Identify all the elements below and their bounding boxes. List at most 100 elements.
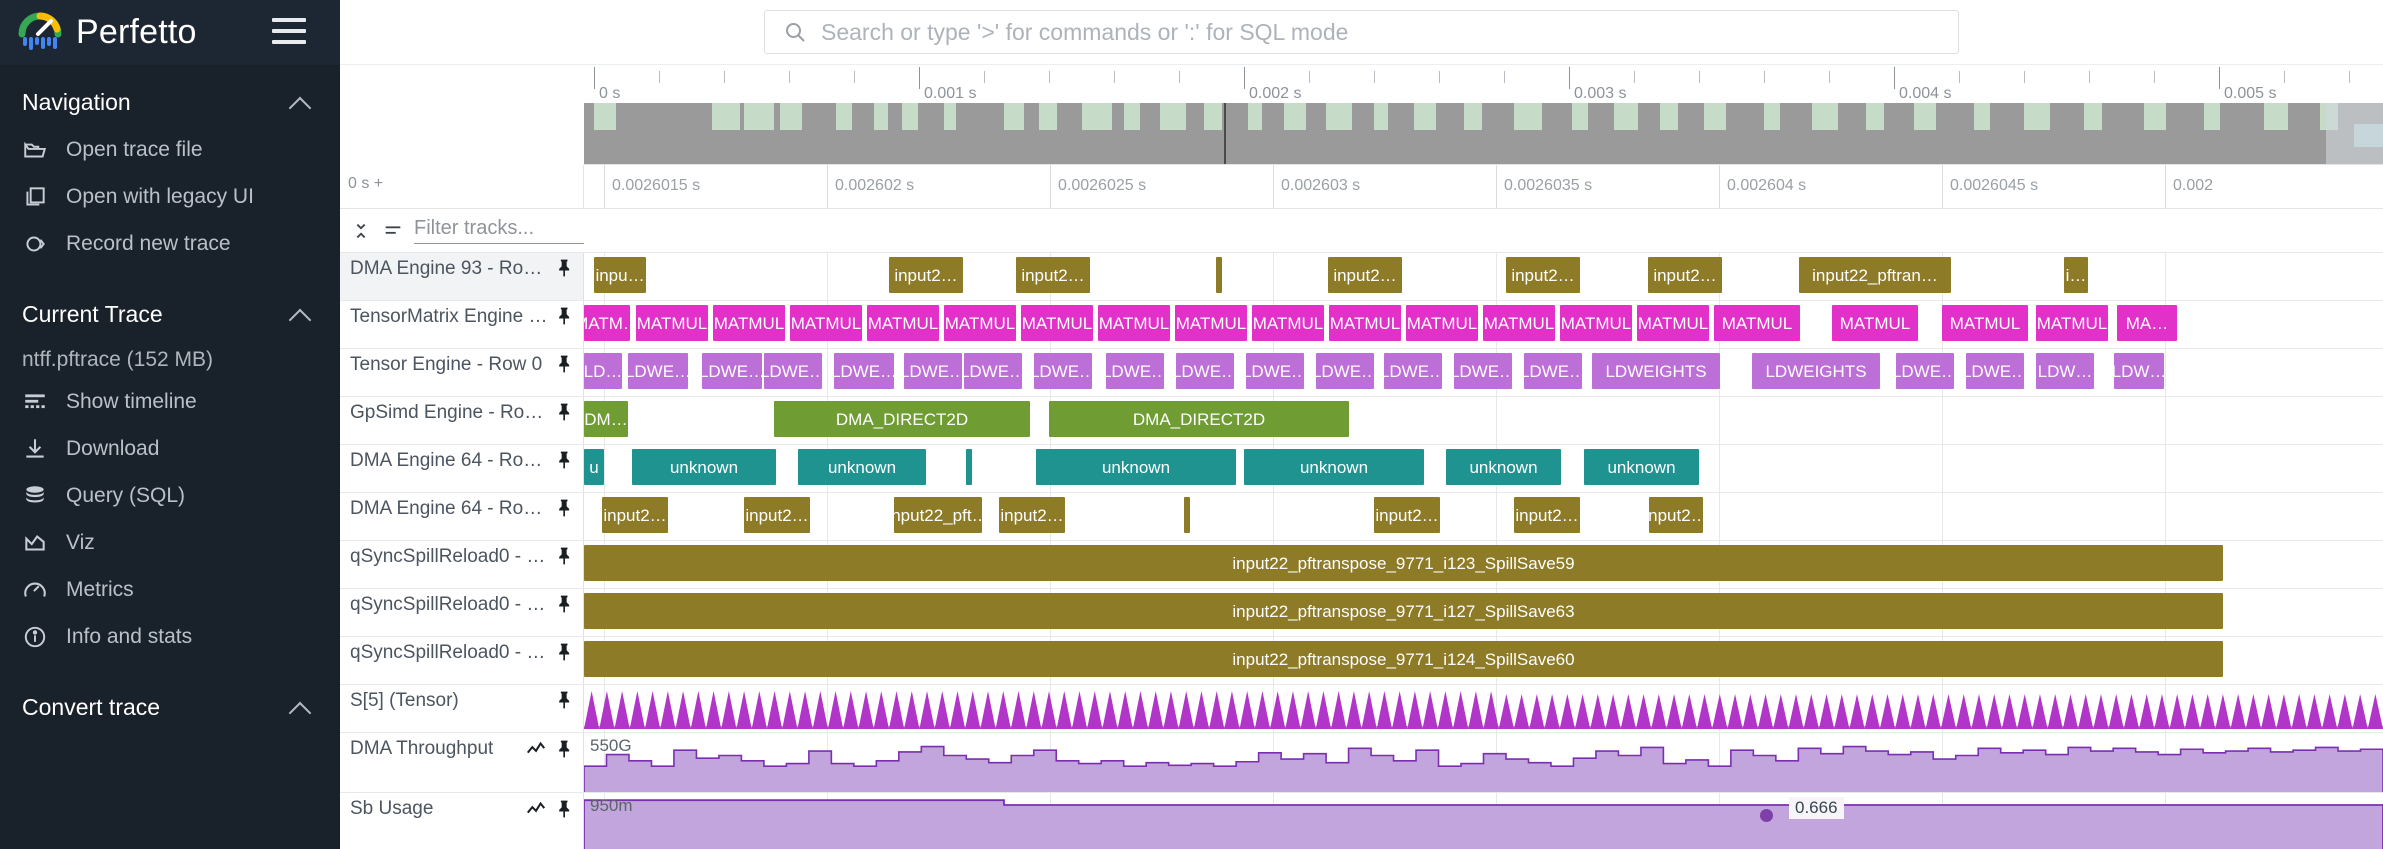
timeline-slice[interactable]: input2…	[1016, 257, 1090, 293]
timeline-slice[interactable]: unknown	[1036, 449, 1236, 485]
timeline-slice[interactable]: MATMUL	[1098, 305, 1170, 341]
track-name-cell[interactable]: DMA Engine 64 - Row 0	[340, 445, 584, 492]
timeline-slice[interactable]: LDWE…	[904, 353, 962, 389]
track-name-cell[interactable]: GpSimd Engine - Row 0	[340, 397, 584, 444]
timeline-slice[interactable]: MATMUL	[2036, 305, 2108, 341]
timeline-slice[interactable]: input2…	[889, 257, 963, 293]
pin-icon[interactable]	[555, 258, 575, 278]
track-row[interactable]: Sb Usage 0.666950m	[340, 793, 2383, 849]
sidebar-section-navigation[interactable]: Navigation	[0, 65, 340, 126]
timeline-slice[interactable]: input2…	[1374, 497, 1440, 533]
timeline-slice[interactable]: MATMUL	[867, 305, 939, 341]
track-row[interactable]: qSyncSpillReload0 - Row 0input22_pftrans…	[340, 541, 2383, 589]
timeline-slice[interactable]: unknown	[1584, 449, 1699, 485]
pin-icon[interactable]	[555, 690, 575, 710]
pin-icon[interactable]	[555, 546, 575, 566]
sidebar-item-record-new-trace[interactable]: Record new trace	[0, 220, 340, 267]
timeline-slice[interactable]: MATMUL	[1560, 305, 1632, 341]
track-canvas[interactable]: MATM…MATMULMATMULMATMULMATMULMATMULMATMU…	[584, 301, 2383, 348]
pin-icon[interactable]	[555, 498, 575, 518]
pin-icon[interactable]	[555, 402, 575, 422]
track-canvas[interactable]: LD…LDWE…LDWE…LDWE…LDWE…LDWE…LDWE…LDWE…LD…	[584, 349, 2383, 396]
timeline-slice[interactable]: MATMUL	[790, 305, 862, 341]
timeline-slice[interactable]: input22_pftran…	[1799, 257, 1951, 293]
track-row[interactable]: DMA Throughput550G	[340, 733, 2383, 793]
timeline-slice[interactable]: i…	[2064, 257, 2088, 293]
track-row[interactable]: DMA Engine 64 - Row 0u unknown unknown unkn…	[340, 445, 2383, 493]
timeline-slice[interactable]: input2…	[1328, 257, 1402, 293]
track-canvas[interactable]: DM…DMA_DIRECT2DDMA_DIRECT2D	[584, 397, 2383, 444]
track-canvas[interactable]: input2…input2…input22_pft…input2…input2……	[584, 493, 2383, 540]
sidebar-item-open-trace-file[interactable]: Open trace file	[0, 126, 340, 173]
timeline-slice[interactable]	[966, 449, 972, 485]
timeline-slice[interactable]: input22_pftranspose_9771_i124_SpillSave6…	[584, 641, 2223, 677]
timeline-slice[interactable]: unknown	[798, 449, 926, 485]
timeline-slice[interactable]: inpu…	[594, 257, 646, 293]
track-name-cell[interactable]: qSyncSpillReload0 - Row 2	[340, 637, 584, 684]
timeline-slice[interactable]: input22_pftranspose_9771_i127_SpillSave6…	[584, 593, 2223, 629]
timeline-slice[interactable]: LDWE…	[628, 353, 688, 389]
line-chart-icon[interactable]	[525, 798, 547, 820]
sidebar-item-viz[interactable]: Viz	[0, 519, 340, 566]
timeline-slice[interactable]: DMA_DIRECT2D	[774, 401, 1030, 437]
timeline-slice[interactable]: input2…	[1648, 257, 1722, 293]
track-canvas[interactable]	[584, 685, 2383, 732]
track-row[interactable]: GpSimd Engine - Row 0DM…DMA_DIRECT2DDMA_…	[340, 397, 2383, 445]
pin-icon[interactable]	[555, 799, 575, 819]
timeline-slice[interactable]: MATMUL	[713, 305, 785, 341]
timeline-slice[interactable]: LDWE…	[702, 353, 762, 389]
track-name-cell[interactable]: qSyncSpillReload0 - Row 0	[340, 541, 584, 588]
timeline-slice[interactable]	[1216, 257, 1222, 293]
sidebar-item-metrics[interactable]: Metrics	[0, 566, 340, 613]
timeline-slice[interactable]: MATM…	[584, 305, 630, 341]
chevron-up-icon[interactable]	[290, 92, 312, 114]
sidebar-item-show-timeline[interactable]: Show timeline	[0, 378, 340, 425]
sidebar-section-convert-trace[interactable]: Convert trace	[0, 660, 340, 731]
timeline-slice[interactable]: input2…	[1514, 497, 1580, 533]
track-canvas[interactable]: input22_pftranspose_9771_i127_SpillSave6…	[584, 589, 2383, 636]
chevron-up-icon[interactable]	[290, 697, 312, 719]
timeline-slice[interactable]: LDW…	[2114, 353, 2164, 389]
track-name-cell[interactable]: Tensor Engine - Row 0	[340, 349, 584, 396]
timeline-slice[interactable]: LDWE…	[1896, 353, 1954, 389]
track-name-cell[interactable]: TensorMatrix Engine - Row 0	[340, 301, 584, 348]
sidebar-item-open-with-legacy-ui[interactable]: Open with legacy UI	[0, 173, 340, 220]
timeline-slice[interactable]: LDWE…	[764, 353, 822, 389]
timeline-slice[interactable]: LDWE…	[1106, 353, 1164, 389]
track-name-cell[interactable]: DMA Engine 64 - Row 1	[340, 493, 584, 540]
timeline-slice[interactable]: input2…	[1506, 257, 1580, 293]
timeline-slice[interactable]: MATMUL	[1329, 305, 1401, 341]
chevron-up-icon[interactable]	[290, 304, 312, 326]
line-chart-icon[interactable]	[525, 738, 547, 760]
timeline-slice[interactable]: DM…	[584, 401, 628, 437]
timeline-slice[interactable]: LDWEIGHTS	[1592, 353, 1720, 389]
timeline-slice[interactable]: MATMUL	[1252, 305, 1324, 341]
timeline-slice[interactable]: LDWE…	[834, 353, 894, 389]
timeline-slice[interactable]: LDWE…	[1246, 353, 1304, 389]
track-row[interactable]: DMA Engine 64 - Row 1 input2… input2… input…	[340, 493, 2383, 541]
timeline-slice[interactable]: MATMUL	[1483, 305, 1555, 341]
sidebar-item-query-sql[interactable]: Query (SQL)	[0, 472, 340, 519]
timeline-slice[interactable]: input2…	[1649, 497, 1703, 533]
track-canvas[interactable]: 550G	[584, 733, 2383, 792]
search-input[interactable]	[821, 19, 1940, 46]
overview-viewport-marker[interactable]	[1224, 103, 1226, 164]
hamburger-menu-icon[interactable]	[272, 18, 306, 44]
timeline-slice[interactable]: LDWE…	[1176, 353, 1234, 389]
track-name-cell[interactable]: DMA Engine 93 - Row 1	[340, 253, 584, 300]
track-canvas[interactable]: inpu… input2… input2… input2… input2… input2……	[584, 253, 2383, 300]
timeline-slice[interactable]: MATMUL	[1406, 305, 1478, 341]
track-row[interactable]: Tensor Engine - Row 0LD…LDWE…LDWE…LDWE…L…	[340, 349, 2383, 397]
timeline-slice[interactable]: LDW…	[2036, 353, 2094, 389]
track-row[interactable]: S[5] (Tensor)	[340, 685, 2383, 733]
timeline-slice[interactable]: MATMUL	[1832, 305, 1918, 341]
timeline-slice[interactable]: u	[584, 449, 604, 485]
timeline-slice[interactable]: MATMUL	[1637, 305, 1709, 341]
sidebar-section-current-trace[interactable]: Current Trace	[0, 267, 340, 338]
track-row[interactable]: qSyncSpillReload0 - Row 1input22_pftrans…	[340, 589, 2383, 637]
timeline-slice[interactable]: MATMUL	[1175, 305, 1247, 341]
track-row[interactable]: DMA Engine 93 - Row 1 inpu… input2… input2……	[340, 253, 2383, 301]
track-row[interactable]: TensorMatrix Engine - Row 0MATM…MATMULMA…	[340, 301, 2383, 349]
sidebar-item-download[interactable]: Download	[0, 425, 340, 472]
timeline-slice[interactable]: LDWE…	[1524, 353, 1582, 389]
